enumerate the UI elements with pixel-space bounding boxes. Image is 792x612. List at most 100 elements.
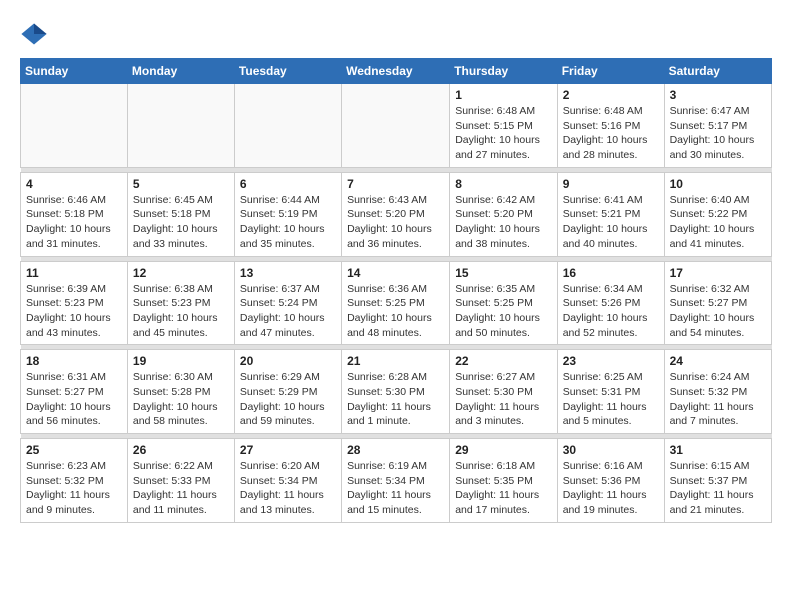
calendar-cell: 24 Sunrise: 6:24 AM Sunset: 5:32 PM Dayli… (664, 350, 771, 434)
day-number: 4 (26, 177, 122, 191)
calendar-cell: 16 Sunrise: 6:34 AM Sunset: 5:26 PM Dayli… (557, 261, 664, 345)
calendar-cell: 20 Sunrise: 6:29 AM Sunset: 5:29 PM Dayli… (234, 350, 341, 434)
day-number: 21 (347, 354, 444, 368)
calendar-cell: 6 Sunrise: 6:44 AM Sunset: 5:19 PM Daylig… (234, 172, 341, 256)
calendar-cell: 4 Sunrise: 6:46 AM Sunset: 5:18 PM Daylig… (21, 172, 128, 256)
day-number: 7 (347, 177, 444, 191)
day-info: Sunrise: 6:18 AM Sunset: 5:35 PM Dayligh… (455, 459, 551, 518)
day-info: Sunrise: 6:16 AM Sunset: 5:36 PM Dayligh… (563, 459, 659, 518)
calendar-cell: 17 Sunrise: 6:32 AM Sunset: 5:27 PM Dayli… (664, 261, 771, 345)
calendar-cell: 19 Sunrise: 6:30 AM Sunset: 5:28 PM Dayli… (127, 350, 234, 434)
day-info: Sunrise: 6:37 AM Sunset: 5:24 PM Dayligh… (240, 282, 336, 341)
calendar-cell: 10Sunrise: 6:40 AM Sunset: 5:22 PM Dayli… (664, 172, 771, 256)
calendar-cell: 14 Sunrise: 6:36 AM Sunset: 5:25 PM Dayli… (342, 261, 450, 345)
day-number: 18 (26, 354, 122, 368)
day-info: Sunrise: 6:34 AM Sunset: 5:26 PM Dayligh… (563, 282, 659, 341)
day-number: 31 (670, 443, 766, 457)
day-info: Sunrise: 6:42 AM Sunset: 5:20 PM Dayligh… (455, 193, 551, 252)
calendar-header-row: SundayMondayTuesdayWednesdayThursdayFrid… (21, 59, 772, 84)
calendar-cell: 8 Sunrise: 6:42 AM Sunset: 5:20 PM Daylig… (450, 172, 557, 256)
calendar-cell: 21 Sunrise: 6:28 AM Sunset: 5:30 PM Dayli… (342, 350, 450, 434)
calendar-week-row: 4 Sunrise: 6:46 AM Sunset: 5:18 PM Daylig… (21, 172, 772, 256)
day-number: 14 (347, 266, 444, 280)
day-number: 29 (455, 443, 551, 457)
day-info: Sunrise: 6:41 AM Sunset: 5:21 PM Dayligh… (563, 193, 659, 252)
day-info: Sunrise: 6:32 AM Sunset: 5:27 PM Dayligh… (670, 282, 766, 341)
calendar-cell: 1 Sunrise: 6:48 AM Sunset: 5:15 PM Daylig… (450, 84, 557, 168)
day-info: Sunrise: 6:29 AM Sunset: 5:29 PM Dayligh… (240, 370, 336, 429)
calendar-cell: 18 Sunrise: 6:31 AM Sunset: 5:27 PM Dayli… (21, 350, 128, 434)
calendar-week-row: 11 Sunrise: 6:39 AM Sunset: 5:23 PM Dayli… (21, 261, 772, 345)
day-info: Sunrise: 6:27 AM Sunset: 5:30 PM Dayligh… (455, 370, 551, 429)
calendar-cell: 7 Sunrise: 6:43 AM Sunset: 5:20 PM Daylig… (342, 172, 450, 256)
day-number: 3 (670, 88, 766, 102)
day-info: Sunrise: 6:45 AM Sunset: 5:18 PM Dayligh… (133, 193, 229, 252)
day-number: 8 (455, 177, 551, 191)
day-number: 6 (240, 177, 336, 191)
day-number: 24 (670, 354, 766, 368)
day-number: 1 (455, 88, 551, 102)
calendar-cell: 25 Sunrise: 6:23 AM Sunset: 5:32 PM Dayli… (21, 439, 128, 523)
calendar-cell: 12Sunrise: 6:38 AM Sunset: 5:23 PM Dayli… (127, 261, 234, 345)
calendar-cell (21, 84, 128, 168)
calendar-cell: 22 Sunrise: 6:27 AM Sunset: 5:30 PM Dayli… (450, 350, 557, 434)
day-info: Sunrise: 6:20 AM Sunset: 5:34 PM Dayligh… (240, 459, 336, 518)
calendar-cell: 15 Sunrise: 6:35 AM Sunset: 5:25 PM Dayli… (450, 261, 557, 345)
day-number: 17 (670, 266, 766, 280)
day-info: Sunrise: 6:47 AM Sunset: 5:17 PM Dayligh… (670, 104, 766, 163)
day-header-wednesday: Wednesday (342, 59, 450, 84)
calendar-week-row: 1 Sunrise: 6:48 AM Sunset: 5:15 PM Daylig… (21, 84, 772, 168)
day-number: 22 (455, 354, 551, 368)
day-info: Sunrise: 6:25 AM Sunset: 5:31 PM Dayligh… (563, 370, 659, 429)
calendar-cell: 5Sunrise: 6:45 AM Sunset: 5:18 PM Daylig… (127, 172, 234, 256)
calendar-cell: 3 Sunrise: 6:47 AM Sunset: 5:17 PM Daylig… (664, 84, 771, 168)
day-header-saturday: Saturday (664, 59, 771, 84)
day-info: Sunrise: 6:28 AM Sunset: 5:30 PM Dayligh… (347, 370, 444, 429)
day-number: 25 (26, 443, 122, 457)
day-info: Sunrise: 6:19 AM Sunset: 5:34 PM Dayligh… (347, 459, 444, 518)
day-header-friday: Friday (557, 59, 664, 84)
calendar-cell: 2 Sunrise: 6:48 AM Sunset: 5:16 PM Daylig… (557, 84, 664, 168)
day-number: 23 (563, 354, 659, 368)
calendar-cell: 31 Sunrise: 6:15 AM Sunset: 5:37 PM Dayli… (664, 439, 771, 523)
day-header-sunday: Sunday (21, 59, 128, 84)
day-number: 16 (563, 266, 659, 280)
day-info: Sunrise: 6:44 AM Sunset: 5:19 PM Dayligh… (240, 193, 336, 252)
day-number: 9 (563, 177, 659, 191)
day-info: Sunrise: 6:46 AM Sunset: 5:18 PM Dayligh… (26, 193, 122, 252)
day-info: Sunrise: 6:24 AM Sunset: 5:32 PM Dayligh… (670, 370, 766, 429)
day-info: Sunrise: 6:30 AM Sunset: 5:28 PM Dayligh… (133, 370, 229, 429)
day-number: 11 (26, 266, 122, 280)
day-number: 28 (347, 443, 444, 457)
day-info: Sunrise: 6:40 AM Sunset: 5:22 PM Dayligh… (670, 193, 766, 252)
day-info: Sunrise: 6:39 AM Sunset: 5:23 PM Dayligh… (26, 282, 122, 341)
day-number: 13 (240, 266, 336, 280)
calendar-cell: 13 Sunrise: 6:37 AM Sunset: 5:24 PM Dayli… (234, 261, 341, 345)
logo-icon (20, 20, 48, 48)
day-info: Sunrise: 6:43 AM Sunset: 5:20 PM Dayligh… (347, 193, 444, 252)
day-number: 15 (455, 266, 551, 280)
calendar-cell (342, 84, 450, 168)
calendar-cell: 26Sunrise: 6:22 AM Sunset: 5:33 PM Dayli… (127, 439, 234, 523)
day-info: Sunrise: 6:48 AM Sunset: 5:16 PM Dayligh… (563, 104, 659, 163)
day-info: Sunrise: 6:15 AM Sunset: 5:37 PM Dayligh… (670, 459, 766, 518)
day-header-tuesday: Tuesday (234, 59, 341, 84)
calendar-cell (127, 84, 234, 168)
header (20, 20, 772, 48)
calendar-cell: 30Sunrise: 6:16 AM Sunset: 5:36 PM Dayli… (557, 439, 664, 523)
calendar-week-row: 25 Sunrise: 6:23 AM Sunset: 5:32 PM Dayli… (21, 439, 772, 523)
day-info: Sunrise: 6:36 AM Sunset: 5:25 PM Dayligh… (347, 282, 444, 341)
day-info: Sunrise: 6:48 AM Sunset: 5:15 PM Dayligh… (455, 104, 551, 163)
day-number: 27 (240, 443, 336, 457)
calendar-cell: 28 Sunrise: 6:19 AM Sunset: 5:34 PM Dayli… (342, 439, 450, 523)
calendar-cell: 9 Sunrise: 6:41 AM Sunset: 5:21 PM Daylig… (557, 172, 664, 256)
day-info: Sunrise: 6:31 AM Sunset: 5:27 PM Dayligh… (26, 370, 122, 429)
calendar-cell: 27 Sunrise: 6:20 AM Sunset: 5:34 PM Dayli… (234, 439, 341, 523)
day-info: Sunrise: 6:23 AM Sunset: 5:32 PM Dayligh… (26, 459, 122, 518)
day-info: Sunrise: 6:38 AM Sunset: 5:23 PM Dayligh… (133, 282, 229, 341)
day-info: Sunrise: 6:35 AM Sunset: 5:25 PM Dayligh… (455, 282, 551, 341)
day-number: 26 (133, 443, 229, 457)
day-number: 20 (240, 354, 336, 368)
day-number: 19 (133, 354, 229, 368)
day-number: 2 (563, 88, 659, 102)
